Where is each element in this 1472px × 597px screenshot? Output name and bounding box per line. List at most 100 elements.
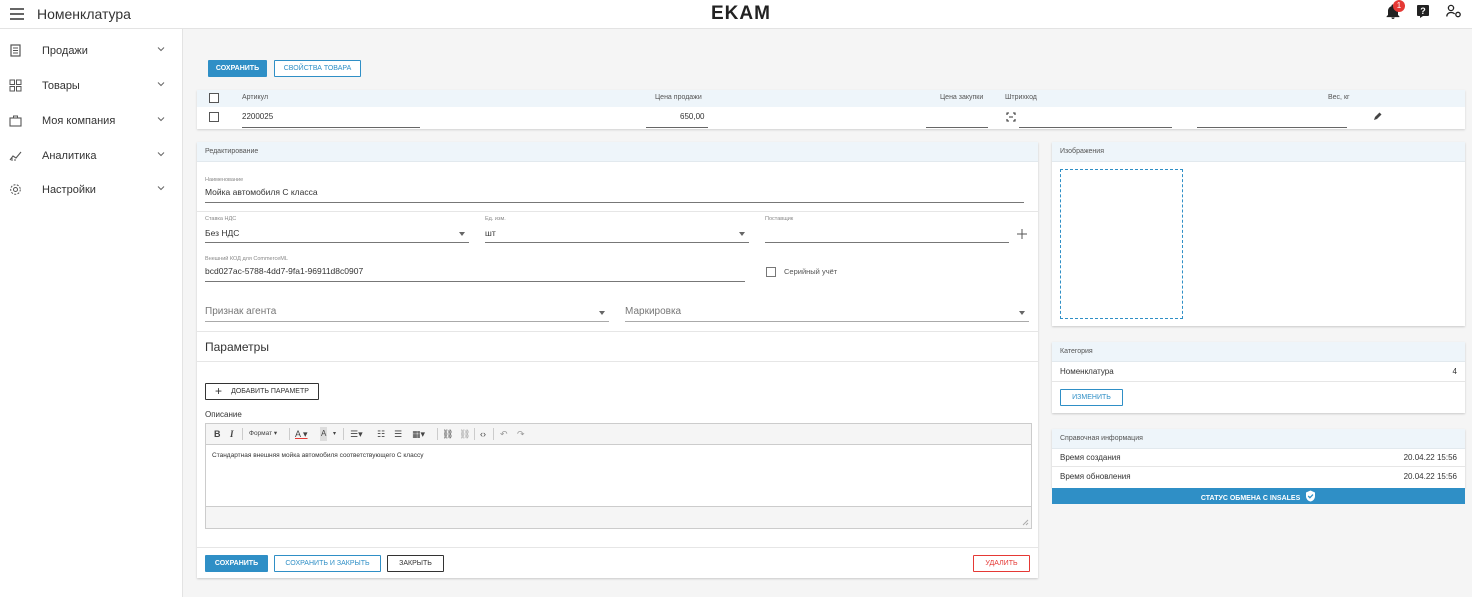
add-parameter-button[interactable]: + ДОБАВИТЬ ПАРАМЕТР: [205, 383, 319, 400]
italic-icon[interactable]: I: [230, 427, 234, 441]
row-checkbox[interactable]: [209, 112, 219, 122]
format-label: Формат: [249, 430, 273, 437]
divider: [1052, 466, 1465, 467]
divider: [197, 547, 1038, 548]
link-icon[interactable]: ⛓: [442, 427, 453, 441]
delete-button[interactable]: УДАЛИТЬ: [973, 555, 1030, 572]
toolbar-separator: [289, 428, 290, 440]
user-settings-button[interactable]: [1446, 4, 1462, 22]
reference-title: Справочная информация: [1052, 429, 1465, 449]
description-editor: B I Формат ▾ A ▾ A ▾ ☰▾ ☷ ☰ ▦▾ ⛓ ⛓ ‹› ↶ …: [205, 423, 1032, 529]
chevron-down-icon: [157, 47, 165, 52]
sidebar: Продажи Товары Моя компания Аналитика На…: [0, 29, 183, 597]
top-bar: Номенклатура EKAM 1 ?: [0, 0, 1472, 29]
toolbar-separator: [343, 428, 344, 440]
unlink-icon[interactable]: ⛓: [459, 427, 470, 441]
notification-badge: 1: [1393, 0, 1405, 12]
product-properties-button[interactable]: СВОЙСТВА ТОВАРА: [274, 60, 361, 77]
source-code-icon[interactable]: ‹›: [480, 427, 486, 441]
align-icon[interactable]: ☰▾: [350, 427, 363, 441]
created-label: Время создания: [1060, 453, 1121, 462]
name-input[interactable]: Мойка автомобиля С класса: [205, 187, 318, 197]
menu-icon[interactable]: [10, 8, 24, 20]
sidebar-item-label: Моя компания: [42, 115, 116, 127]
text-color-icon[interactable]: A ▾: [295, 427, 308, 441]
resize-handle-icon[interactable]: [1022, 519, 1029, 526]
plus-icon: +: [215, 384, 223, 398]
chevron-down-icon: [157, 186, 165, 191]
shield-check-icon: [1306, 490, 1316, 502]
marking-underline: [625, 321, 1029, 322]
undo-icon[interactable]: ↶: [500, 427, 508, 441]
numbered-list-icon[interactable]: ☰: [394, 427, 402, 441]
sale-price-underline: [646, 127, 708, 128]
sidebar-item-settings[interactable]: Настройки: [0, 173, 183, 207]
unit-dropdown-icon[interactable]: [739, 232, 745, 236]
divider: [197, 331, 1038, 332]
close-button[interactable]: ЗАКРЫТЬ: [387, 555, 444, 572]
col-purchase-price: Цена закупки: [940, 94, 984, 101]
sale-price-value[interactable]: 650,00: [680, 112, 704, 121]
unit-select[interactable]: шт: [485, 228, 496, 238]
table-header: [197, 90, 1465, 107]
toolbar-separator: [437, 428, 438, 440]
marking-select[interactable]: Маркировка: [625, 306, 681, 317]
svg-text:?: ?: [1420, 6, 1426, 16]
save-and-close-button[interactable]: СОХРАНИТЬ И ЗАКРЫТЬ: [274, 555, 381, 572]
images-card: Изображения: [1052, 142, 1465, 326]
sidebar-item-label: Товары: [42, 80, 80, 92]
gear-icon: [10, 184, 21, 195]
images-title: Изображения: [1052, 142, 1465, 162]
agent-dropdown-icon[interactable]: [599, 311, 605, 315]
vat-underline: [205, 242, 469, 243]
notifications-button[interactable]: 1: [1386, 0, 1405, 22]
bold-icon[interactable]: B: [214, 427, 221, 441]
help-icon: ?: [1417, 5, 1429, 18]
help-button[interactable]: ?: [1416, 4, 1432, 22]
toolbar-separator: [242, 428, 243, 440]
sidebar-item-label: Продажи: [42, 45, 88, 57]
vat-select[interactable]: Без НДС: [205, 228, 239, 238]
divider: [197, 211, 1038, 212]
bullet-list-icon[interactable]: ☷: [377, 427, 385, 441]
sidebar-item-company[interactable]: Моя компания: [0, 104, 183, 138]
barcode-scan-icon[interactable]: [1006, 112, 1016, 122]
chevron-down-icon: [157, 152, 165, 157]
save-button-top[interactable]: СОХРАНИТЬ: [208, 60, 267, 77]
supplier-label: Поставщик: [765, 216, 794, 222]
unit-label: Ед. изм.: [485, 216, 506, 222]
vat-dropdown-icon[interactable]: [459, 232, 465, 236]
divider: [1052, 381, 1465, 382]
divider: [197, 361, 1038, 362]
unit-underline: [485, 242, 749, 243]
category-title: Категория: [1052, 342, 1465, 362]
sidebar-item-sales[interactable]: Продажи: [0, 34, 183, 68]
change-category-button[interactable]: ИЗМЕНИТЬ: [1060, 389, 1123, 406]
agent-select[interactable]: Признак агента: [205, 306, 276, 317]
bg-color-dropdown-icon[interactable]: ▾: [333, 427, 336, 441]
select-all-checkbox[interactable]: [209, 93, 219, 103]
exchange-status-button[interactable]: СТАТУС ОБМЕНА С INSALES: [1052, 488, 1465, 504]
col-sale-price: Цена продажи: [655, 94, 702, 101]
bg-color-icon[interactable]: A: [320, 427, 328, 441]
supplier-underline: [765, 242, 1009, 243]
description-text[interactable]: Стандартная внешняя мойка автомобиля соо…: [212, 452, 423, 459]
redo-icon[interactable]: ↷: [517, 427, 525, 441]
category-name: Номенклатура: [1060, 367, 1114, 376]
edit-pencil-icon[interactable]: [1373, 112, 1382, 121]
serial-checkbox[interactable]: [766, 267, 776, 277]
external-code-input[interactable]: bcd027ac-5788-4dd7-9fa1-96911d8c0907: [205, 266, 363, 276]
add-supplier-icon[interactable]: [1017, 229, 1027, 239]
exchange-status-label: СТАТУС ОБМЕНА С INSALES: [1200, 495, 1301, 502]
editor-toolbar: B I Формат ▾ A ▾ A ▾ ☰▾ ☷ ☰ ▦▾ ⛓ ⛓ ‹› ↶ …: [206, 424, 1031, 445]
image-drop-zone[interactable]: [1060, 169, 1183, 319]
table-icon[interactable]: ▦▾: [412, 427, 425, 441]
created-value: 20.04.22 15:56: [1403, 453, 1457, 462]
save-button[interactable]: СОХРАНИТЬ: [205, 555, 268, 572]
article-value[interactable]: 2200025: [242, 112, 273, 121]
marking-dropdown-icon[interactable]: [1019, 311, 1025, 315]
sidebar-item-analytics[interactable]: Аналитика: [0, 139, 183, 173]
format-dropdown[interactable]: Формат ▾: [249, 427, 277, 441]
article-underline: [242, 127, 420, 128]
sidebar-item-products[interactable]: Товары: [0, 69, 183, 103]
